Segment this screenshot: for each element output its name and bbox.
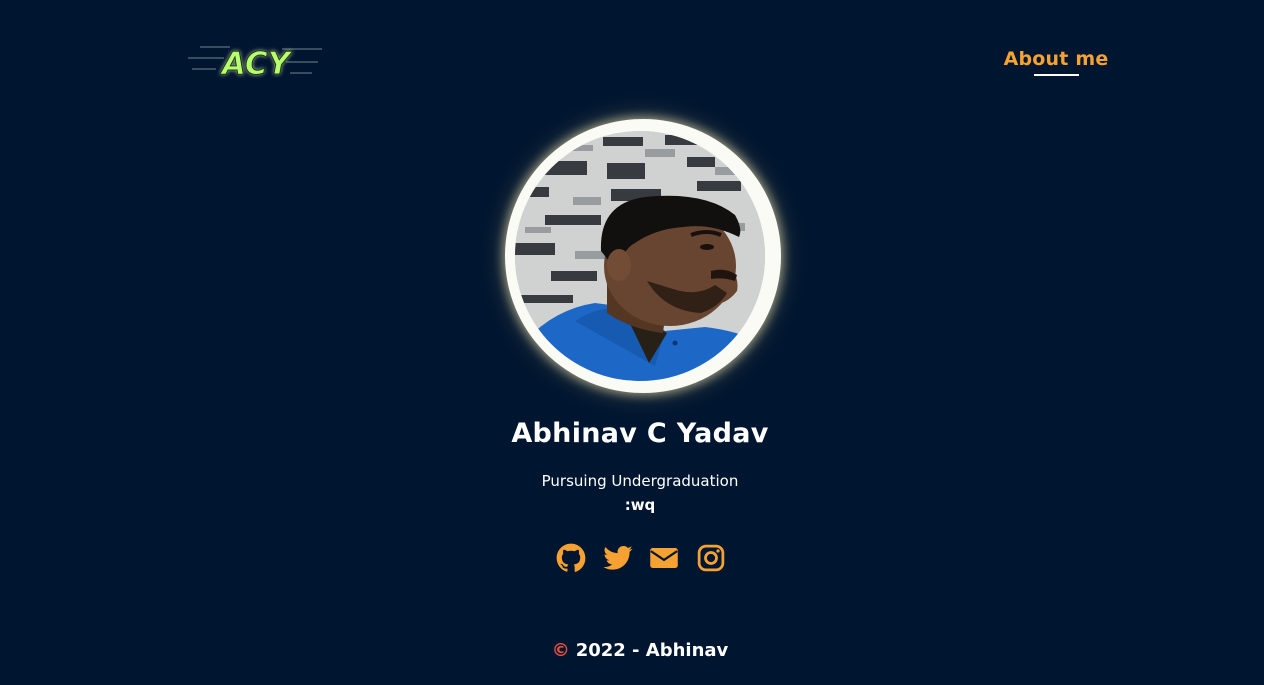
nav-active-underline [1033, 74, 1079, 76]
copyright-symbol: © [551, 640, 570, 661]
profile-photo-illustration [515, 131, 765, 381]
envelope-icon [650, 548, 679, 568]
logo-text: ACY [219, 46, 294, 82]
twitter-icon [603, 545, 633, 570]
page: ACY ACY About me Abhinav C Yadav Pursuin… [0, 0, 1264, 685]
site-logo[interactable]: ACY ACY [186, 38, 326, 84]
instagram-link[interactable] [696, 543, 726, 573]
github-icon [556, 543, 586, 572]
logo-graphic: ACY ACY [188, 46, 322, 83]
email-link[interactable] [649, 543, 679, 573]
nav-link-about-me[interactable]: About me [1004, 48, 1109, 70]
footer: © 2022 - Abhinav [0, 640, 1264, 661]
social-links [556, 543, 726, 573]
profile-subtitle-block: Pursuing Undergraduation :wq [0, 469, 1264, 517]
profile-subtitle: Pursuing Undergraduation [541, 472, 739, 490]
avatar-frame [505, 119, 781, 393]
github-link[interactable] [556, 543, 586, 573]
twitter-link[interactable] [603, 543, 633, 573]
profile-photo [515, 131, 765, 381]
footer-text: 2022 - Abhinav [575, 640, 729, 661]
profile-name: Abhinav C Yadav [511, 418, 769, 449]
profile-tagline: :wq [624, 496, 656, 514]
instagram-icon [697, 544, 725, 572]
main-nav: About me [1000, 48, 1112, 76]
